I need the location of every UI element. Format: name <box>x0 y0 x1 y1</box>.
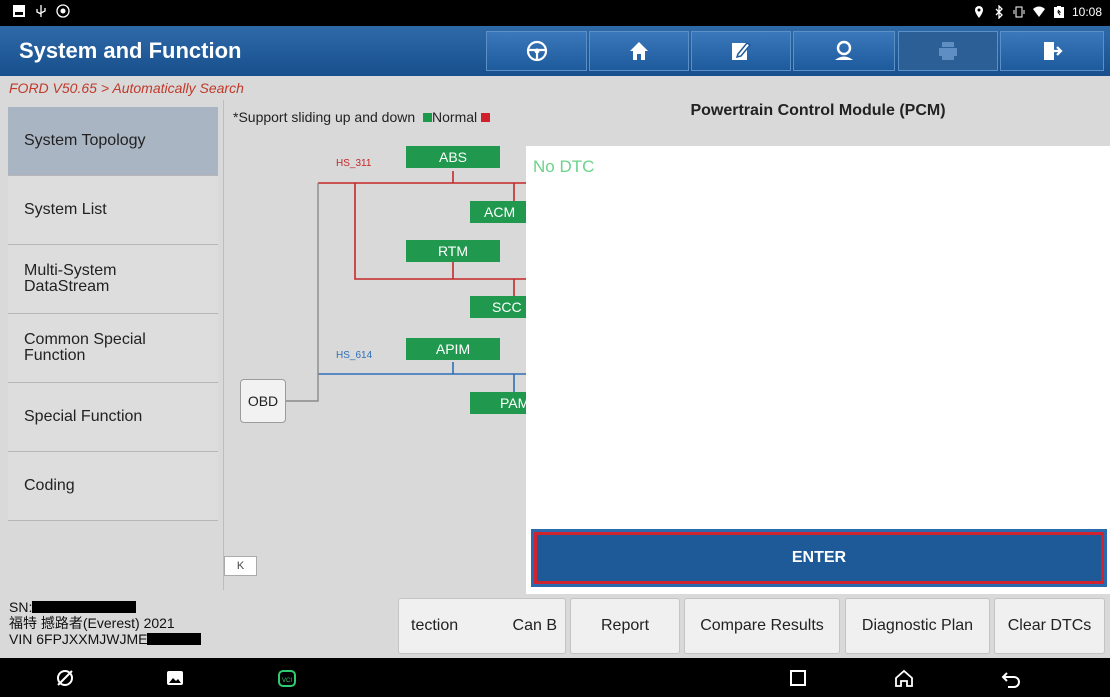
sidebar-item-common-special-function[interactable]: Common Special Function <box>8 314 218 383</box>
edit-icon <box>732 41 752 60</box>
system-topology-diagram[interactable]: *Support sliding up and down Normal HS_3… <box>224 100 526 590</box>
browser-icon[interactable] <box>54 667 76 689</box>
redacted-vin <box>147 633 202 645</box>
printer-icon <box>939 42 957 60</box>
sidebar-item-special-function[interactable]: Special Function <box>8 383 218 452</box>
vehicle-info: SN: 福特 撼路者(Everest) 2021 VIN 6FPJXXMJWJM… <box>9 599 202 647</box>
print-button[interactable] <box>898 31 998 71</box>
clear-dtcs-button[interactable]: Clear DTCs <box>994 598 1105 654</box>
status-bar: 10:08 <box>0 0 1110 26</box>
collapse-button[interactable]: K <box>224 556 257 576</box>
module-node-pam[interactable]: PAM <box>470 392 526 414</box>
sidebar-item-label: System List <box>24 201 107 218</box>
report-button[interactable]: Report <box>570 598 680 654</box>
exit-button[interactable] <box>1000 31 1104 71</box>
app-window: 10:08 System and Function FORD V50.65 > … <box>0 0 1110 697</box>
navigation-bar: VCI <box>0 658 1110 697</box>
bus-label-hs614: HS_614 <box>336 350 373 361</box>
vci-icon[interactable]: VCI <box>276 667 298 689</box>
sidebar-item-label: Special Function <box>24 408 143 425</box>
can-bus-label: Can B <box>512 617 557 634</box>
function-sidebar: System Topology System List Multi-System… <box>8 107 218 521</box>
sidebar-item-label: System Topology <box>24 132 146 149</box>
hs614-bus-line <box>318 362 526 392</box>
back-icon[interactable] <box>1000 667 1022 689</box>
bluetooth-icon <box>995 5 1003 19</box>
edit-button[interactable] <box>691 31 791 71</box>
battery-icon <box>1053 6 1064 18</box>
notification-icon <box>13 5 25 17</box>
home-button[interactable] <box>589 31 689 71</box>
sidebar-item-coding[interactable]: Coding <box>8 452 218 521</box>
vehicle-model: 福特 撼路者(Everest) 2021 <box>9 615 175 631</box>
obd-node[interactable]: OBD <box>240 379 286 423</box>
exit-icon <box>1044 42 1063 60</box>
clock: 10:08 <box>1071 5 1102 19</box>
home-icon[interactable] <box>893 667 915 689</box>
detection-label: tection <box>411 617 459 634</box>
module-detail-panel: Powertrain Control Module (PCM) No DTC E… <box>526 76 1110 594</box>
sn-label: SN: <box>9 599 33 615</box>
steering-wheel-button[interactable] <box>486 31 587 71</box>
sidebar-item-label: Coding <box>24 477 75 494</box>
usb-icon <box>36 5 46 17</box>
module-node-abs[interactable]: ABS <box>406 146 500 168</box>
vibrate-icon <box>1013 6 1025 18</box>
bus-label-hs311: HS_311 <box>336 158 372 169</box>
gallery-icon[interactable] <box>164 667 186 689</box>
dtc-status-message: No DTC <box>533 157 595 176</box>
home-icon <box>630 42 648 60</box>
app-header: System and Function <box>0 26 1110 76</box>
redacted-serial <box>32 601 137 613</box>
hs311-bus-line <box>318 171 526 296</box>
breadcrumb: FORD V50.65 > Automatically Search <box>9 80 244 96</box>
bottom-bar: SN: 福特 撼路者(Everest) 2021 VIN 6FPJXXMJWJM… <box>0 594 1110 658</box>
enter-button[interactable]: ENTER <box>534 532 1104 584</box>
svg-text:VCI: VCI <box>282 678 292 684</box>
steering-wheel-icon <box>526 40 547 62</box>
module-node-acm[interactable]: ACM <box>470 201 526 223</box>
compare-results-button[interactable]: Compare Results <box>684 598 840 654</box>
wifi-icon <box>1032 6 1045 17</box>
sidebar-item-multi-system-datastream[interactable]: Multi-System DataStream <box>8 245 218 314</box>
sidebar-item-system-list[interactable]: System List <box>8 176 218 245</box>
sidebar-item-label: Multi-System DataStream <box>24 262 117 295</box>
detection-canbus-button[interactable]: tection Can B <box>398 598 566 654</box>
vin-row: VIN 6FPJXXMJWJME <box>9 631 202 647</box>
obd-link-line <box>286 183 319 402</box>
vin-text: VIN 6FPJXXMJWJME <box>9 631 148 647</box>
user-support-button[interactable] <box>793 31 895 71</box>
location-icon <box>974 6 983 18</box>
recent-apps-icon[interactable] <box>787 667 809 689</box>
serial-number-row: SN: <box>9 599 201 615</box>
module-node-scc[interactable]: SCC <box>470 296 526 318</box>
sidebar-item-label: Common Special Function <box>24 331 146 364</box>
module-node-rtm[interactable]: RTM <box>406 240 500 262</box>
user-support-icon <box>835 40 853 60</box>
diagnostic-plan-button[interactable]: Diagnostic Plan <box>845 598 990 654</box>
android-debug-icon <box>56 4 70 18</box>
page-title: System and Function <box>19 38 242 63</box>
module-node-apim[interactable]: APIM <box>406 338 500 360</box>
panel-title: Powertrain Control Module (PCM) <box>526 76 1110 146</box>
sidebar-item-system-topology[interactable]: System Topology <box>8 107 218 176</box>
